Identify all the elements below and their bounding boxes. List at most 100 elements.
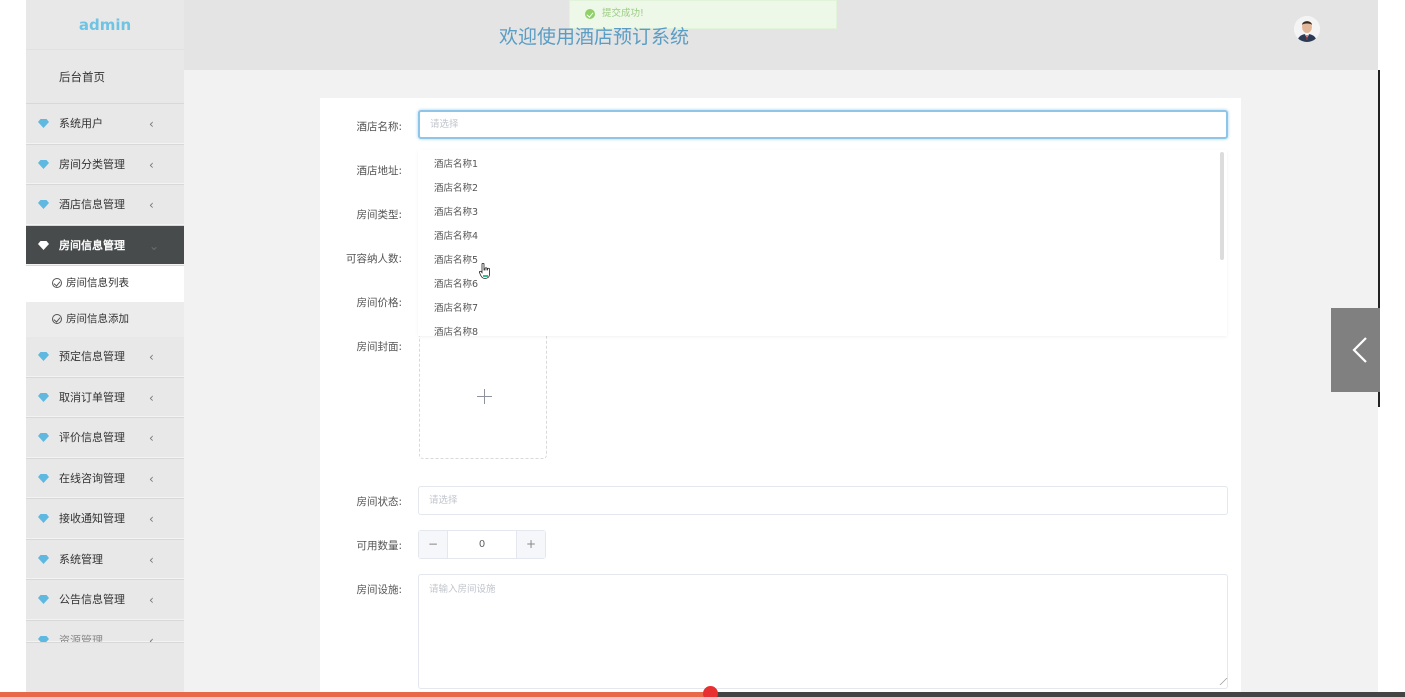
sidebar-item-label: 系统用户 — [59, 117, 103, 130]
status-select[interactable]: 请选择 — [418, 486, 1228, 515]
gem-icon — [38, 392, 49, 402]
chevron-left-icon: ‹ — [149, 633, 154, 643]
resize-handle-icon[interactable] — [1213, 678, 1228, 685]
chevron-left-icon: ‹ — [149, 431, 154, 445]
sidebar-subitem-label: 房间信息添加 — [66, 312, 129, 325]
sidebar-item-label: 房间信息管理 — [59, 238, 125, 252]
sidebar-item-label: 取消订单管理 — [59, 390, 125, 404]
sidebar-item-label: 在线咨询管理 — [59, 471, 125, 485]
sidebar-item-label: 资源管理 — [59, 633, 103, 643]
sidebar-item-label: 酒店信息管理 — [59, 198, 125, 211]
right-margin — [1380, 0, 1405, 697]
sidebar-item-room-info[interactable]: 房间信息管理 ⌄ — [26, 225, 184, 266]
facilities-placeholder: 请输入房间设施 — [429, 584, 496, 595]
gem-icon — [38, 554, 49, 564]
sidebar-item-label: 预定信息管理 — [59, 350, 125, 363]
sidebar-item-announcements[interactable]: 公告信息管理 ‹ — [26, 580, 184, 621]
dropdown-option[interactable]: 酒店名称5 — [418, 249, 1227, 273]
progress-knob[interactable] — [703, 686, 718, 697]
facilities-label: 房间设施: — [356, 584, 402, 596]
sidebar: admin 后台首页 系统用户 ‹ 房间分类管理 ‹ 酒店信息管理 ‹ 房间信息… — [26, 0, 184, 697]
check-circle-icon — [52, 278, 62, 288]
hotel-address-label: 酒店地址: — [356, 165, 402, 177]
sidebar-item-label: 房间分类管理 — [59, 157, 125, 171]
sidebar-item-label: 公告信息管理 — [59, 593, 125, 606]
chevron-left-icon: ‹ — [149, 350, 154, 364]
sidebar-item-notifications[interactable]: 接收通知管理 ‹ — [26, 499, 184, 540]
success-check-icon — [585, 9, 595, 19]
sidebar-item-label: 接收通知管理 — [59, 512, 125, 525]
hotel-name-dropdown: 酒店名称1 酒店名称2 酒店名称3 酒店名称4 酒店名称5 酒店名称6 酒店名称… — [418, 150, 1227, 336]
chevron-left-icon: ‹ — [149, 552, 154, 567]
facilities-textarea[interactable]: 请输入房间设施 — [418, 574, 1228, 689]
room-type-label: 房间类型: — [356, 209, 402, 221]
gem-icon — [38, 200, 49, 209]
chevron-left-icon: ‹ — [149, 512, 154, 526]
gem-icon — [38, 473, 49, 483]
dropdown-option[interactable]: 酒店名称6 — [418, 273, 1227, 297]
sidebar-subitem-label: 房间信息列表 — [66, 277, 129, 289]
hotel-name-label: 酒店名称: — [356, 121, 402, 133]
left-margin — [0, 0, 26, 697]
sidebar-subitem-room-list[interactable]: 房间信息列表 — [26, 266, 184, 302]
gem-icon — [38, 352, 49, 361]
page-title: 欢迎使用酒店预订系统 — [499, 26, 690, 48]
sidebar-item-label: 评价信息管理 — [59, 431, 125, 444]
dropdown-option[interactable]: 酒店名称3 — [418, 201, 1227, 225]
brand-logo-text: admin — [26, 0, 184, 50]
avatar[interactable] — [1294, 16, 1320, 42]
chevron-left-icon: ‹ — [149, 390, 154, 405]
check-circle-icon — [52, 313, 62, 324]
side-panel-toggle[interactable] — [1331, 308, 1380, 392]
dropdown-option[interactable]: 酒店名称8 — [418, 321, 1227, 336]
count-label: 可用数量: — [356, 540, 402, 552]
chevron-left-icon: ‹ — [149, 471, 154, 486]
capacity-label: 可容纳人数: — [345, 253, 402, 265]
quantity-value[interactable]: 0 — [448, 531, 516, 558]
cover-label: 房间封面: — [356, 341, 402, 353]
chevron-down-icon: ⌄ — [149, 238, 160, 253]
toast-message: 提交成功! — [602, 8, 644, 19]
hotel-name-select[interactable]: 请选择 — [418, 110, 1228, 139]
sidebar-item-system-users[interactable]: 系统用户 ‹ — [26, 104, 184, 145]
chevron-left-icon — [1352, 337, 1367, 363]
chevron-left-icon: ‹ — [149, 198, 154, 212]
user-avatar-icon — [1294, 16, 1320, 42]
gem-icon — [38, 635, 49, 642]
sidebar-item-cancel-orders[interactable]: 取消订单管理 ‹ — [26, 378, 184, 418]
sidebar-item-room-category[interactable]: 房间分类管理 ‹ — [26, 145, 184, 185]
gem-icon — [38, 159, 49, 169]
sidebar-item-booking-info[interactable]: 预定信息管理 ‹ — [26, 337, 184, 378]
dropdown-option[interactable]: 酒店名称2 — [418, 177, 1227, 201]
dropdown-option[interactable]: 酒店名称1 — [418, 153, 1227, 177]
increment-button[interactable]: + — [516, 531, 545, 558]
chevron-left-icon: ‹ — [149, 593, 154, 607]
sidebar-item-resources[interactable]: 资源管理 ‹ — [26, 621, 184, 643]
sidebar-subitem-room-add[interactable]: 房间信息添加 — [26, 301, 184, 337]
sidebar-item-reviews[interactable]: 评价信息管理 ‹ — [26, 418, 184, 459]
plus-icon-vertical — [484, 389, 485, 404]
gem-icon — [38, 240, 49, 250]
chevron-left-icon: ‹ — [149, 117, 154, 131]
dropdown-option[interactable]: 酒店名称4 — [418, 225, 1227, 249]
sidebar-item-hotel-info[interactable]: 酒店信息管理 ‹ — [26, 185, 184, 226]
quantity-stepper: − 0 + — [418, 530, 546, 559]
dropdown-scrollbar[interactable] — [1220, 152, 1224, 260]
sidebar-item-consulting[interactable]: 在线咨询管理 ‹ — [26, 459, 184, 499]
sidebar-item-system-management[interactable]: 系统管理 ‹ — [26, 540, 184, 580]
chevron-left-icon: ‹ — [149, 157, 154, 172]
status-label: 房间状态: — [356, 496, 402, 508]
cover-upload[interactable] — [419, 333, 547, 459]
progress-fill — [0, 692, 711, 697]
price-label: 房间价格: — [356, 297, 402, 309]
dropdown-option[interactable]: 酒店名称7 — [418, 297, 1227, 321]
gem-icon — [38, 514, 49, 523]
gem-icon — [38, 433, 49, 442]
hand-cursor-icon — [479, 263, 490, 279]
decrement-button[interactable]: − — [419, 531, 448, 558]
sidebar-item-home[interactable]: 后台首页 — [26, 50, 184, 104]
gem-icon — [38, 595, 49, 604]
gem-icon — [38, 119, 49, 128]
top-header: 提交成功! 欢迎使用酒店预订系统 — [184, 0, 1378, 70]
sidebar-item-label: 系统管理 — [59, 552, 103, 566]
